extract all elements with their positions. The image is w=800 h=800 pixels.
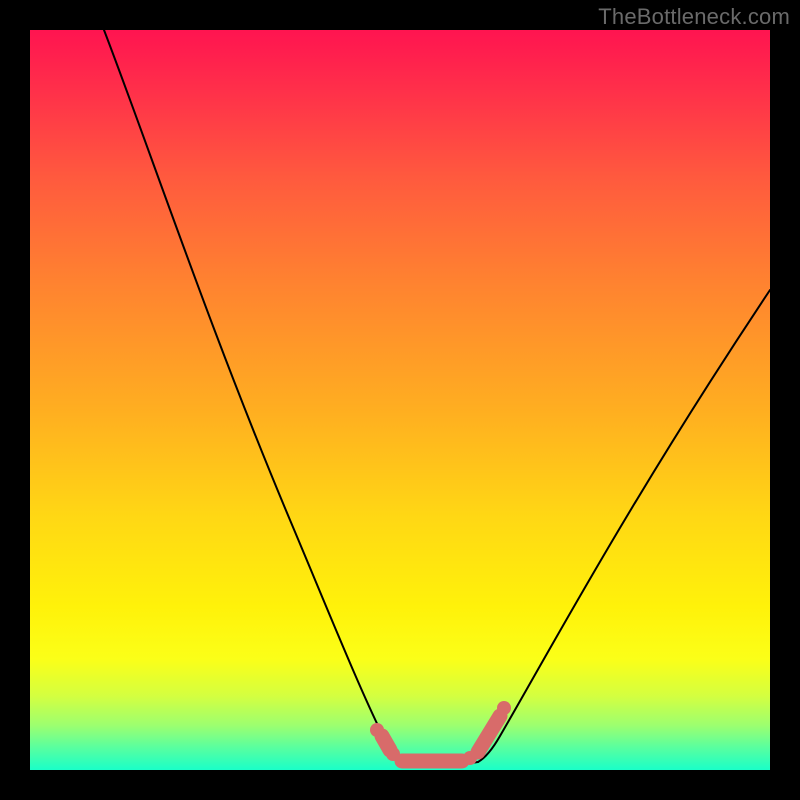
- highlight-dot: [497, 701, 511, 715]
- left-branch-curve: [104, 30, 402, 762]
- highlight-dash-left-upper: [382, 736, 390, 750]
- plot-area: [30, 30, 770, 770]
- right-branch-curve: [478, 290, 770, 762]
- curve-layer: [30, 30, 770, 770]
- watermark-text: TheBottleneck.com: [598, 4, 790, 30]
- chart-frame: TheBottleneck.com: [0, 0, 800, 800]
- highlight-dash-right: [478, 716, 500, 752]
